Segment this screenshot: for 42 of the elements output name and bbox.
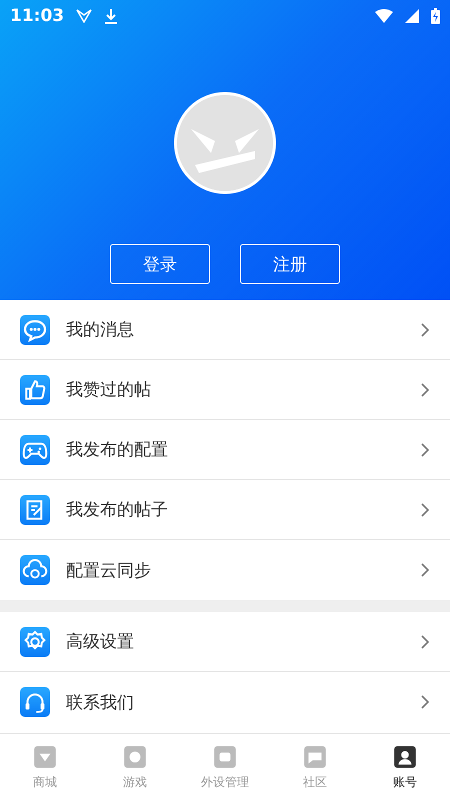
menu-label: 我的消息 <box>66 319 135 341</box>
chevron-icon <box>420 562 430 578</box>
chat-bubble-icon <box>20 314 50 344</box>
auth-button[interactable]: 登录 <box>110 244 210 284</box>
wifi-icon <box>375 9 393 23</box>
chevron-icon <box>420 694 430 710</box>
menu-item[interactable]: 配置云同步 <box>0 540 450 600</box>
chevron-icon <box>420 442 430 458</box>
signal-icon <box>405 9 419 23</box>
menu-item[interactable]: 我发布的配置 <box>0 420 450 480</box>
game-icon <box>122 744 148 770</box>
battery-icon <box>431 8 440 24</box>
download-icon <box>104 8 118 24</box>
menu-label: 高级设置 <box>66 631 135 653</box>
edit-note-icon <box>20 494 50 524</box>
settings-icon <box>20 626 50 656</box>
thumbs-up-icon <box>20 374 50 404</box>
menu-label: 配置云同步 <box>66 560 152 582</box>
menu-item[interactable]: 我赞过的帖 <box>0 360 450 420</box>
tab-item[interactable]: 账号 <box>360 734 450 800</box>
menu-label: 我赞过的帖 <box>66 379 152 401</box>
menu-item[interactable]: 我的消息 <box>0 300 450 360</box>
menu-item[interactable]: 联系我们 <box>0 672 450 732</box>
cloud-sync-icon <box>20 555 50 585</box>
chat-icon <box>302 744 328 770</box>
menu-label: 我发布的配置 <box>66 439 169 461</box>
gamepad-icon <box>20 434 50 464</box>
status-time: 11:03 <box>10 6 64 26</box>
chevron-icon <box>420 634 430 650</box>
menu-item[interactable]: 高级设置 <box>0 612 450 672</box>
auth-button[interactable]: 注册 <box>240 244 340 284</box>
app-logo-icon <box>76 9 92 23</box>
chevron-icon <box>420 502 430 518</box>
device-icon <box>212 744 238 770</box>
menu-label: 我发布的帖子 <box>66 499 169 521</box>
menu-label: 联系我们 <box>66 692 135 714</box>
chevron-icon <box>420 322 430 338</box>
menu-item[interactable]: 我发布的帖子 <box>0 480 450 540</box>
person-icon <box>392 744 418 770</box>
shop-icon <box>32 744 58 770</box>
headset-icon <box>20 687 50 717</box>
chevron-icon <box>420 382 430 398</box>
